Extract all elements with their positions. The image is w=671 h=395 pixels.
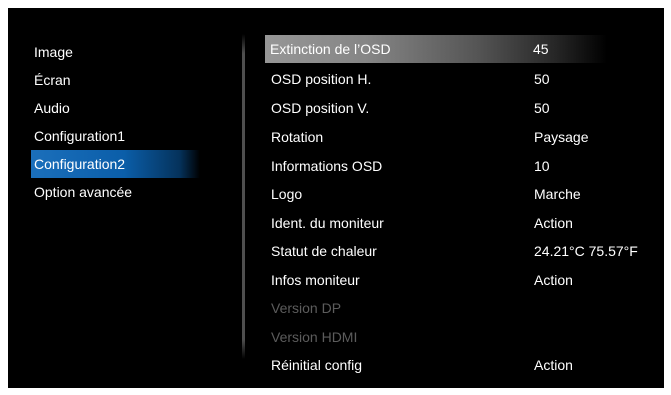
osd-main-menu: Image Écran Audio Configuration1 Configu… [8, 8, 243, 388]
setting-label: Extinction de l’OSD [270, 41, 391, 57]
setting-row-extinction-osd[interactable]: Extinction de l’OSD 45 [265, 35, 607, 63]
setting-label: Version DP [271, 300, 342, 316]
menu-item-configuration1[interactable]: Configuration1 [34, 122, 125, 150]
setting-label: Logo [271, 186, 303, 202]
setting-value: 45 [533, 41, 549, 57]
setting-row-logo[interactable]: Logo Marche [266, 180, 664, 208]
menu-item-configuration2[interactable]: Configuration2 [31, 150, 200, 178]
setting-row-statut-chaleur[interactable]: Statut de chaleur 24.21°C 75.57°F [266, 237, 664, 265]
setting-value: 50 [534, 71, 550, 87]
menu-item-audio[interactable]: Audio [34, 94, 70, 122]
setting-value: Action [534, 272, 573, 288]
setting-value: 50 [534, 100, 550, 116]
setting-row-version-hdmi: Version HDMI [266, 323, 664, 351]
setting-row-version-dp: Version DP [266, 294, 664, 322]
setting-row-osd-position-h[interactable]: OSD position H. 50 [266, 65, 664, 93]
menu-item-image[interactable]: Image [34, 38, 73, 66]
setting-label: Version HDMI [271, 329, 358, 345]
menu-divider [242, 34, 245, 359]
setting-value: Action [534, 357, 573, 373]
setting-row-rotation[interactable]: Rotation Paysage [266, 123, 664, 151]
setting-value: 10 [534, 158, 550, 174]
setting-label: Ident. du moniteur [271, 215, 384, 231]
setting-row-osd-position-v[interactable]: OSD position V. 50 [266, 94, 664, 122]
setting-label: OSD position H. [271, 71, 372, 87]
setting-label: Infos moniteur [271, 272, 360, 288]
setting-label: Informations OSD [271, 158, 383, 174]
setting-value: 24.21°C 75.57°F [534, 243, 638, 259]
setting-label: Rotation [271, 129, 324, 145]
setting-row-informations-osd[interactable]: Informations OSD 10 [266, 152, 664, 180]
setting-row-ident-moniteur[interactable]: Ident. du moniteur Action [266, 209, 664, 237]
menu-item-option-avancee[interactable]: Option avancée [34, 178, 132, 206]
osd-screen: Image Écran Audio Configuration1 Configu… [8, 8, 664, 388]
setting-label: Statut de chaleur [271, 243, 377, 259]
setting-label: OSD position V. [271, 100, 370, 116]
setting-value: Paysage [534, 129, 589, 145]
setting-row-reinitial-config[interactable]: Réinitial config Action [266, 351, 664, 379]
setting-value: Action [534, 215, 573, 231]
setting-value: Marche [534, 186, 581, 202]
menu-item-ecran[interactable]: Écran [34, 66, 71, 94]
setting-row-infos-moniteur[interactable]: Infos moniteur Action [266, 266, 664, 294]
setting-label: Réinitial config [271, 357, 363, 373]
